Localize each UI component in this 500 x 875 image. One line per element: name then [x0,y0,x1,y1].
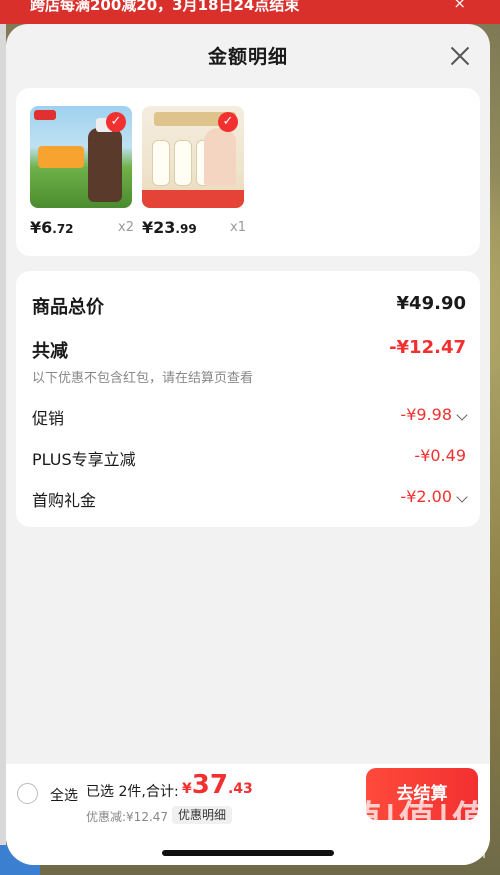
select-all-label[interactable]: 全选 [50,785,78,805]
sum-decimal: .43 [227,781,253,797]
brand-logo [34,110,56,120]
product-price: ¥23.99 [142,218,197,237]
chevron-down-icon[interactable] [456,491,468,503]
bottle-graphic [174,140,192,186]
total-discount-label: 共减 [32,341,68,362]
price-cents: .99 [175,222,197,236]
first-purchase-gift-label: 首购礼金 [32,491,97,510]
select-all-radio[interactable] [17,783,38,804]
background-banner: 跨店每满200减20，3月18日24点结束 × [0,0,500,24]
plus-discount-label: PLUS专享立减 [32,450,136,469]
promotion-row[interactable]: 促销 -¥9.98 [32,405,468,428]
product-item[interactable]: ✓ ¥23.99 x1 [142,106,246,238]
banner-text: 跨店每满200减20，3月18日24点结束 [30,0,300,14]
product-quantity: x2 [118,220,134,235]
product-image-chocolate-milk[interactable]: ✓ [30,106,132,208]
saved-amount: 优惠减:¥12.47 [86,810,169,824]
product-price-row: ¥6.72 x2 [30,216,134,238]
price-tag-graphic [38,146,84,168]
products-card: ✓ ¥6.72 x2 ✓ ¥23.99 x1 [16,88,480,256]
price-main: ¥6 [30,218,53,237]
chevron-down-icon[interactable] [456,409,468,421]
total-discount-row: 共减 -¥12.47 [32,337,466,363]
discount-detail-button[interactable]: 优惠明细 [172,806,233,824]
product-price: ¥6.72 [30,218,74,237]
banner-close-icon: × [453,0,466,12]
total-discount-value: -¥12.47 [389,337,466,358]
discount-note: 以下优惠不包含红包，请在结算页查看 [32,371,254,386]
price-main: ¥23 [142,218,176,237]
bottle-graphic [88,118,122,202]
product-quantity: x1 [230,220,246,235]
selected-check-icon: ✓ [106,112,126,132]
watermark-url: zhizhizhi.com [384,844,486,862]
sum-integer: 37 [191,770,228,800]
sheet-title: 金额明细 [207,46,288,68]
product-image-yogurt[interactable]: ✓ [142,106,244,208]
total-price-value: ¥49.90 [396,293,466,314]
total-price-label: 商品总价 [32,297,104,318]
sum-amount: ¥37.43 [182,770,253,800]
product-price-row: ¥23.99 x1 [142,216,246,238]
close-icon[interactable] [448,44,472,68]
first-purchase-gift-value: -¥2.00 [400,487,452,506]
watermark-logo: 值|值|值 [345,799,490,840]
amount-detail-sheet: 金额明细 ✓ ¥6.72 x2 ✓ ¥23.99 x1 商品总价 ¥49.90 … [6,24,490,865]
bottle-graphic [152,140,170,186]
first-purchase-gift-row[interactable]: 首购礼金 -¥2.00 [32,487,468,510]
sheet-header: 金额明细 [6,24,490,88]
total-price-row: 商品总价 ¥49.90 [32,293,466,319]
model-graphic [204,128,236,186]
promo-strip [142,190,244,208]
promotion-value: -¥9.98 [400,405,452,424]
home-indicator [162,850,334,856]
promotion-label: 促销 [32,409,65,428]
product-item[interactable]: ✓ ¥6.72 x2 [30,106,134,238]
amount-detail-card: 商品总价 ¥49.90 共减 -¥12.47 以下优惠不包含红包，请在结算页查看… [16,271,480,527]
plus-discount-value: -¥0.49 [414,446,466,465]
selected-check-icon: ✓ [218,112,238,132]
sum-label: 合计: [146,784,179,800]
plus-discount-row: PLUS专享立减 -¥0.49 [32,446,466,469]
sum-currency: ¥ [182,781,192,797]
price-cents: .72 [52,222,74,236]
selected-count: 已选 2件, [86,784,146,800]
